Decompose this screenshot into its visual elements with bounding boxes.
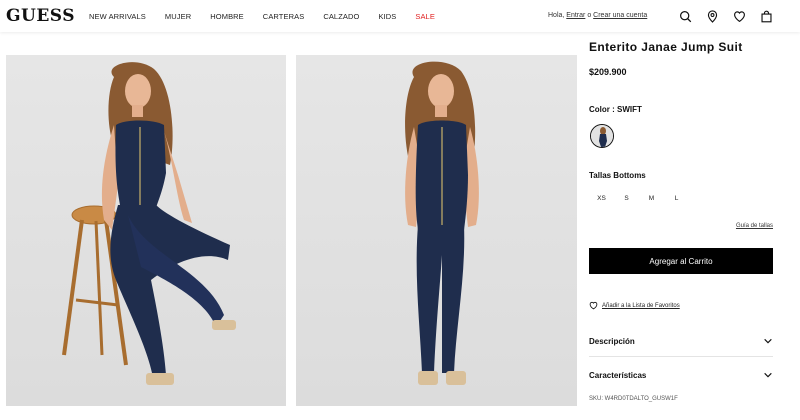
nav-item-calzado[interactable]: CALZADO	[323, 12, 359, 21]
size-option-s[interactable]: S	[614, 195, 639, 202]
product-info-panel: Enterito Janae Jump Suit $209.900 Color …	[589, 40, 773, 402]
greeting-text: Hola,	[548, 12, 565, 19]
size-option-xs[interactable]: XS	[589, 195, 614, 202]
nav-item-sale[interactable]: SALE	[415, 12, 435, 21]
add-to-cart-button[interactable]: Agregar al Carrito	[589, 248, 773, 274]
chevron-down-icon	[764, 372, 772, 378]
main-nav: NEW ARRIVALS MUJER HOMBRE CARTERAS CALZA…	[89, 12, 454, 21]
login-link[interactable]: Entrar	[566, 12, 585, 19]
size-option-m[interactable]: M	[639, 195, 664, 202]
size-guide-link[interactable]: Guía de tallas	[736, 223, 773, 229]
nav-item-mujer[interactable]: MUJER	[165, 12, 191, 21]
bag-icon[interactable]	[759, 9, 773, 23]
nav-item-kids[interactable]: KIDS	[378, 12, 396, 21]
product-photo-standing[interactable]	[296, 55, 577, 406]
product-title: Enterito Janae Jump Suit	[589, 40, 743, 54]
heart-icon[interactable]	[732, 9, 746, 23]
product-price: $209.900	[589, 67, 627, 77]
sizes-label: Tallas Bottoms	[589, 171, 646, 180]
chevron-down-icon	[764, 338, 772, 344]
features-accordion[interactable]: Características	[589, 368, 773, 382]
description-label: Descripción	[589, 336, 635, 346]
color-swatch-swift[interactable]	[590, 124, 614, 148]
nav-item-hombre[interactable]: HOMBRE	[210, 12, 244, 21]
or-text: o	[587, 12, 592, 19]
heart-outline-icon	[589, 301, 598, 310]
brand-logo[interactable]: GUESS	[6, 6, 75, 26]
account-links: Hola, Entrar o Crear una cuenta	[548, 12, 647, 19]
divider	[589, 356, 773, 357]
size-selector: XS S M L	[589, 195, 689, 202]
nav-item-carteras[interactable]: CARTERAS	[263, 12, 305, 21]
features-label: Características	[589, 370, 647, 380]
add-to-favorites-link[interactable]: Añadir a la Lista de Favoritos	[589, 301, 680, 310]
search-icon[interactable]	[678, 9, 692, 23]
description-accordion[interactable]: Descripción	[589, 334, 773, 348]
header-icons	[678, 9, 786, 23]
color-label: Color : SWIFT	[589, 105, 642, 114]
location-icon[interactable]	[705, 9, 719, 23]
add-to-favorites-label: Añadir a la Lista de Favoritos	[602, 302, 680, 309]
register-link[interactable]: Crear una cuenta	[593, 12, 647, 19]
nav-item-new-arrivals[interactable]: NEW ARRIVALS	[89, 12, 146, 21]
product-photo-seated[interactable]	[6, 55, 286, 406]
product-sku: SKU: W4RD0TDALTO_GUSW1F	[589, 396, 678, 402]
size-option-l[interactable]: L	[664, 195, 689, 202]
top-header: GUESS NEW ARRIVALS MUJER HOMBRE CARTERAS…	[0, 0, 800, 32]
